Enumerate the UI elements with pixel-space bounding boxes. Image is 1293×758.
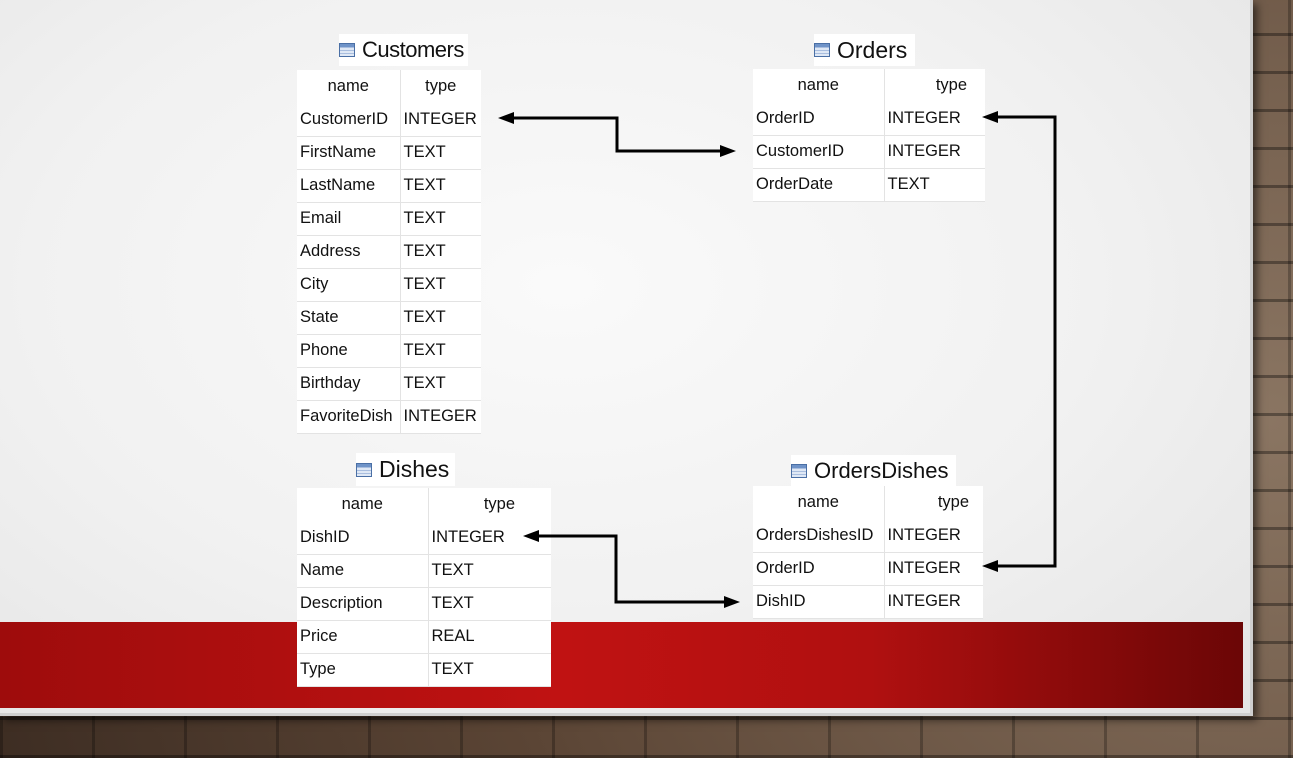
- arrowhead-icon: [982, 111, 998, 123]
- arrowhead-icon: [724, 596, 740, 608]
- arrowhead-icon: [982, 560, 998, 572]
- customers-orders-link: [512, 116, 722, 153]
- dishes-ordersdishes-link: [537, 534, 726, 604]
- arrowhead-icon: [720, 145, 736, 157]
- relationship-arrows: [498, 111, 1057, 608]
- arrowhead-icon: [523, 530, 539, 542]
- slide-canvas: Customers name type CustomerID INTEGER Fir…: [0, 0, 1253, 716]
- arrowhead-icon: [498, 112, 514, 124]
- orders-ordersdishes-link: [996, 115, 1057, 568]
